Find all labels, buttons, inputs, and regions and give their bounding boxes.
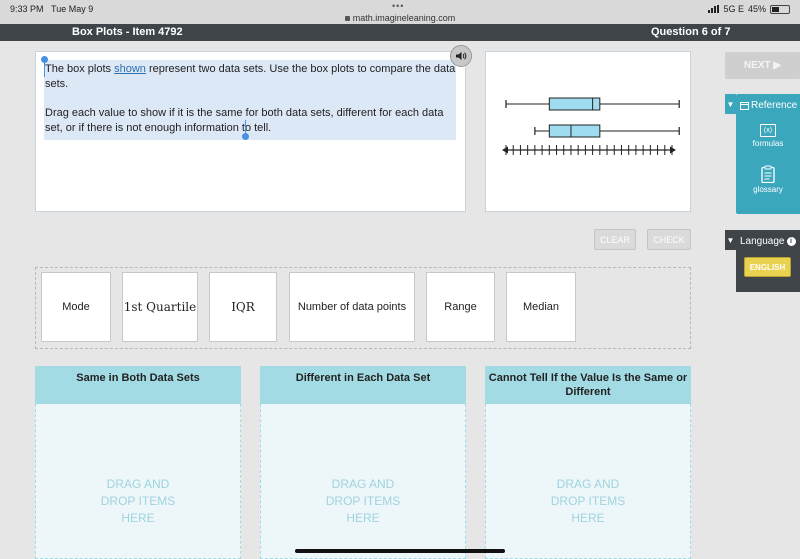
reference-collapse-toggle[interactable]: ▼ xyxy=(725,94,736,114)
battery-percent: 45% xyxy=(747,4,766,14)
item-title: Box Plots - Item 4792 xyxy=(72,26,183,38)
selection-start-handle[interactable] xyxy=(41,56,48,63)
drop-zone-different[interactable]: DRAG AND DROP ITEMS HERE xyxy=(260,404,466,559)
zone-header-cannot-tell: Cannot Tell If the Value Is the Same or … xyxy=(485,366,691,404)
drop-zone-cannot-tell[interactable]: DRAG AND DROP ITEMS HERE xyxy=(485,404,691,559)
network-label: 5G E xyxy=(723,4,744,14)
shown-link[interactable]: shown xyxy=(114,63,146,75)
status-bar: 9:33 PM Tue May 9 ••• math.imagineleanin… xyxy=(0,0,800,24)
info-icon[interactable]: i xyxy=(786,237,796,246)
prompt-paragraph-1: The box plots shown represent two data s… xyxy=(45,63,456,90)
box-plot-panel xyxy=(485,51,691,212)
selection-start-line xyxy=(44,61,45,77)
prompt-paragraph-2: Drag each value to show if it is the sam… xyxy=(45,107,444,134)
drop-hint: DRAG AND DROP ITEMS HERE xyxy=(100,477,176,525)
clear-button[interactable]: CLEAR xyxy=(594,229,636,250)
axis-right-arrow xyxy=(670,146,676,154)
home-indicator[interactable] xyxy=(295,549,505,553)
language-panel: Language i ENGLISH xyxy=(736,230,800,292)
status-indicators: 5G E 45% xyxy=(708,4,790,14)
glossary-label: glossary xyxy=(753,185,783,194)
read-aloud-button[interactable] xyxy=(450,45,472,67)
language-collapse-toggle[interactable]: ▼ xyxy=(725,230,736,250)
multitask-dots[interactable]: ••• xyxy=(392,1,404,11)
drag-item-range[interactable]: Range xyxy=(426,272,495,342)
next-label: NEXT xyxy=(743,60,771,71)
lock-icon xyxy=(344,16,350,21)
english-button[interactable]: ENGLISH xyxy=(744,257,791,277)
box-plot-box xyxy=(548,124,601,138)
battery-icon xyxy=(770,4,790,14)
reference-header[interactable]: Reference xyxy=(740,100,797,111)
drag-item-median[interactable]: Median xyxy=(506,272,576,342)
language-label: Language xyxy=(740,236,785,247)
drop-hint: DRAG AND DROP ITEMS HERE xyxy=(550,477,626,525)
check-button[interactable]: CHECK xyxy=(647,229,691,250)
language-header: Language i xyxy=(740,236,796,247)
window-icon xyxy=(740,101,749,110)
question-counter: Question 6 of 7 xyxy=(651,26,731,38)
drop-zone-same[interactable]: DRAG AND DROP ITEMS HERE xyxy=(35,404,241,559)
drag-item-iqr[interactable]: IQR xyxy=(209,272,277,342)
drag-item-mode[interactable]: Mode xyxy=(41,272,111,342)
reference-panel: Reference (x) formulas glossary xyxy=(736,94,800,214)
axis-left-arrow xyxy=(502,146,508,154)
drag-item-1st-quartile[interactable]: 1st Quartile xyxy=(122,272,198,342)
box-plot-chart xyxy=(502,97,680,155)
formulas-button[interactable]: (x) formulas xyxy=(736,124,800,148)
zone-header-different: Different in Each Data Set xyxy=(260,366,466,404)
drop-hint: DRAG AND DROP ITEMS HERE xyxy=(325,477,401,525)
prompt-panel: The box plots shown represent two data s… xyxy=(35,51,466,212)
formulas-icon: (x) xyxy=(760,124,776,137)
clipboard-icon xyxy=(761,165,775,183)
next-button[interactable]: NEXT ▶ xyxy=(725,52,800,79)
selection-end-handle[interactable] xyxy=(242,133,249,140)
zone-header-same: Same in Both Data Sets xyxy=(35,366,241,404)
drag-item-number-of-data-points[interactable]: Number of data points xyxy=(289,272,415,342)
formulas-label: formulas xyxy=(752,139,784,148)
reference-label: Reference xyxy=(751,100,798,111)
app-header: Box Plots - Item 4792 Question 6 of 7 xyxy=(0,24,800,41)
glossary-button[interactable]: glossary xyxy=(736,165,800,194)
address-bar[interactable]: math.imagineleaning.com xyxy=(0,13,800,23)
signal-icon xyxy=(708,5,720,13)
speaker-icon xyxy=(456,52,467,60)
play-arrow-icon: ▶ xyxy=(773,60,782,71)
prompt-text: The box plots shown represent two data s… xyxy=(45,62,457,136)
